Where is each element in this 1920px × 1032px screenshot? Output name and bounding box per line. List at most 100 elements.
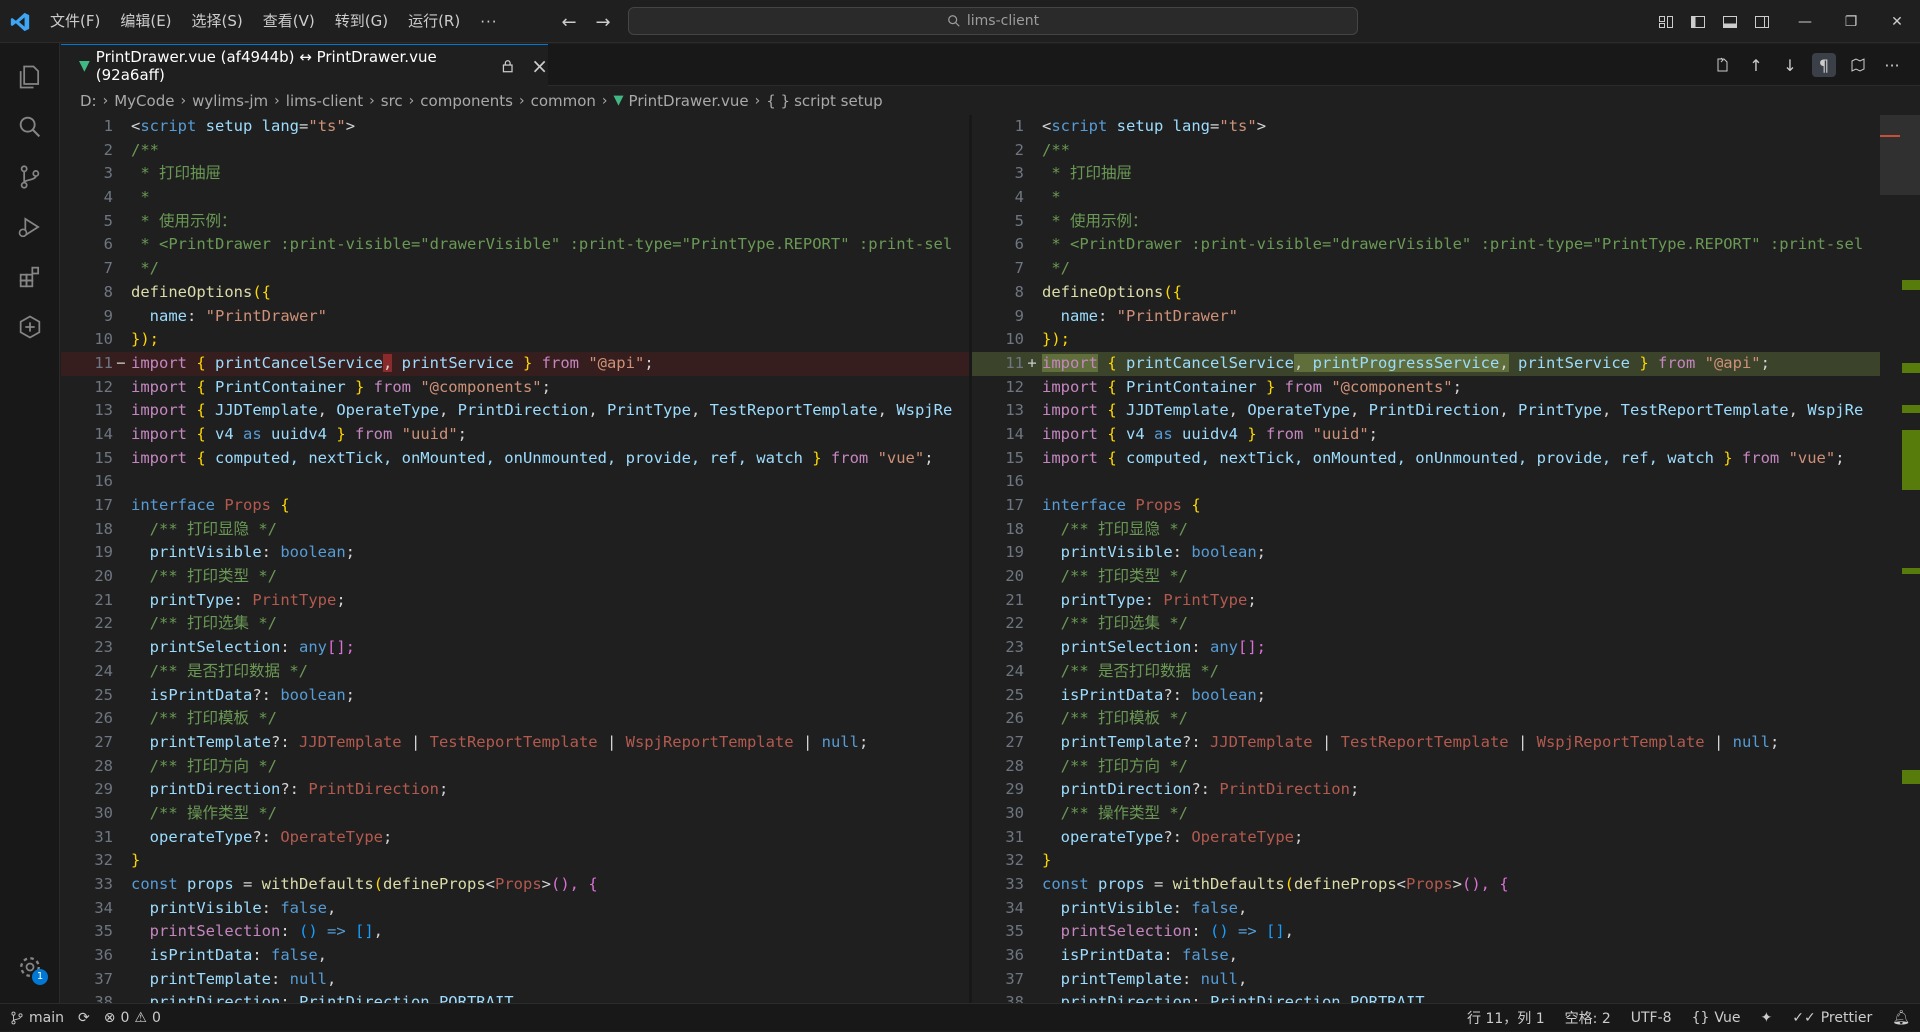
source-control-icon[interactable] (0, 153, 60, 201)
run-debug-icon[interactable] (0, 203, 60, 251)
code-line: 21 printType: PrintType; (1005, 590, 1257, 609)
code-line: 6 * <PrintDrawer :print-visible="drawerV… (1014, 235, 1864, 254)
cursor-position[interactable]: 行 11，列 1 (1467, 1008, 1545, 1028)
overview-added-marker (1902, 770, 1920, 784)
notifications-bell-icon[interactable]: 🔔︎ (1892, 1010, 1910, 1026)
indentation[interactable]: 空格: 2 (1565, 1008, 1611, 1028)
tab-title: PrintDrawer.vue (af4944b) ↔ PrintDrawer.… (95, 47, 437, 84)
forward-arrow-icon[interactable]: → (590, 10, 616, 34)
breadcrumb-lims-client[interactable]: lims-client (286, 92, 363, 110)
code-line: 19 printVisible: boolean; (94, 543, 355, 562)
restore-icon[interactable]: ❐ (1828, 0, 1874, 43)
scrollbar-thumb[interactable] (1880, 115, 1920, 195)
problems-status[interactable]: ⊗ 0 ⚠ 0 (104, 1010, 161, 1026)
code-line: 28 /** 打印方向 */ (94, 756, 277, 775)
menu-view[interactable]: 查看(V) (253, 0, 325, 43)
breadcrumb-mycode[interactable]: MyCode (114, 92, 174, 110)
overview-added-marker (1902, 363, 1920, 373)
manage-gear-icon[interactable]: 1 (0, 943, 60, 991)
diff-modified-pane[interactable]: 1 <script setup lang="ts"> 2/** 3 * 打印抽屉 … (972, 115, 1880, 1003)
command-center-search[interactable]: lims-client (628, 7, 1358, 35)
next-change-icon[interactable]: ↓ (1778, 53, 1802, 77)
language-mode[interactable]: {} Vue (1692, 1010, 1741, 1026)
toggle-secondary-sidebar-icon[interactable] (1750, 10, 1774, 34)
minimize-icon[interactable]: — (1782, 0, 1828, 43)
code-line: 37 printTemplate: null, (94, 969, 337, 988)
tab-diff-printdrawer[interactable]: ▼ PrintDrawer.vue (af4944b) ↔ PrintDrawe… (61, 44, 548, 86)
code-line: 25 isPrintData?: boolean; (1005, 685, 1266, 704)
branch-status[interactable]: main (10, 1010, 64, 1026)
diff-overview-ruler[interactable] (1880, 115, 1920, 1003)
menu-run[interactable]: 运行(R) (398, 0, 470, 43)
code-line: 21 printType: PrintType; (94, 590, 346, 609)
code-line: 19 printVisible: boolean; (1005, 543, 1266, 562)
extensions-icon[interactable] (0, 253, 60, 301)
code-line: 24 /** 是否打印数据 */ (1005, 661, 1219, 680)
code-line: 7 */ (1014, 259, 1070, 278)
error-icon: ⊗ (103, 1010, 116, 1026)
code-line: 38 printDirection: PrintDirection.PORTRA… (1005, 993, 1425, 1003)
code-line: 13 import { JJDTemplate, OperateType, Pri… (1005, 401, 1864, 420)
menu-selection[interactable]: 选择(S) (182, 0, 253, 43)
prettier-status[interactable]: ✓✓ Prettier (1792, 1010, 1872, 1026)
code-line: 18 /** 打印显隐 */ (94, 519, 277, 538)
close-tab-icon[interactable]: × (531, 54, 548, 78)
code-line: 29 printDirection?: PrintDirection; (1005, 780, 1360, 799)
overview-added-marker (1902, 568, 1920, 574)
warning-icon: ⚠ (134, 1010, 147, 1026)
toggle-primary-sidebar-icon[interactable] (1686, 10, 1710, 34)
toggle-panel-icon[interactable] (1718, 10, 1742, 34)
encoding[interactable]: UTF-8 (1631, 1010, 1672, 1026)
menu-edit[interactable]: 编辑(E) (110, 0, 181, 43)
code-line: 8 defineOptions({ (1014, 282, 1182, 301)
customize-layout-icon[interactable] (1654, 10, 1678, 34)
code-line: 13 import { JJDTemplate, OperateType, Pri… (94, 401, 953, 420)
code-line: 23 printSelection: any[]; (94, 638, 355, 657)
code-line: 4 * (103, 188, 150, 207)
copilot-icon[interactable]: ✦ (1761, 1010, 1773, 1026)
lock-icon (502, 59, 513, 72)
inline-view-icon[interactable] (1846, 53, 1870, 77)
code-line: 33 const props = withDefaults(defineProps… (1005, 875, 1509, 893)
code-line: 8 defineOptions({ (103, 282, 271, 301)
code-line: 2/** (1014, 140, 1070, 159)
overview-added-marker (1902, 405, 1920, 413)
search-icon (948, 15, 960, 27)
breadcrumb-symbol[interactable]: script setup (794, 92, 883, 110)
code-line: 30 /** 操作类型 */ (1005, 803, 1188, 822)
breadcrumb-drive[interactable]: D: (80, 92, 97, 110)
toggle-whitespace-icon[interactable]: ¶ (1812, 53, 1836, 77)
code-line: 31 operateType?: OperateType; (94, 827, 393, 846)
back-arrow-icon[interactable]: ← (556, 10, 582, 34)
code-line-added: 11 + import { printCancelService, printPro… (972, 351, 1880, 376)
explorer-icon[interactable] (0, 53, 60, 101)
code-line: 36 isPrintData: false, (94, 946, 328, 965)
close-window-icon[interactable]: ✕ (1874, 0, 1920, 43)
code-line: 14 import { v4 as uuidv4 } from "uuid"; (94, 424, 467, 443)
code-line: 16 (94, 472, 113, 491)
breadcrumb-file[interactable]: PrintDrawer.vue (629, 92, 749, 110)
open-file-icon[interactable] (1710, 53, 1734, 77)
remote-explorer-icon[interactable] (0, 303, 60, 351)
code-line: 12 import { PrintContainer } from "@compo… (1005, 377, 1462, 396)
breadcrumb: D: › MyCode › wylims-jm › lims-client › src ›… (61, 86, 1920, 115)
breadcrumb-wylims-jm[interactable]: wylims-jm (192, 92, 268, 110)
code-line: 20 /** 打印类型 */ (94, 567, 277, 586)
vscode-logo-icon (10, 12, 30, 32)
previous-change-icon[interactable]: ↑ (1744, 53, 1768, 77)
breadcrumb-src[interactable]: src (381, 92, 403, 110)
sync-icon[interactable]: ⟳ (78, 1010, 90, 1026)
diff-original-pane[interactable]: 1 <script setup lang="ts"> 2/** 3 * 打印抽屉 … (61, 115, 969, 1003)
code-line: 20 /** 打印类型 */ (1005, 567, 1188, 586)
code-line: 29 printDirection?: PrintDirection; (94, 780, 449, 799)
breadcrumb-components[interactable]: components (420, 92, 513, 110)
code-line: 10}); (94, 330, 159, 349)
code-line: 22 /** 打印选集 */ (1005, 614, 1188, 633)
menu-file[interactable]: 文件(F) (40, 0, 110, 43)
search-view-icon[interactable] (0, 103, 60, 151)
more-actions-icon[interactable]: ··· (1880, 53, 1904, 77)
breadcrumb-common[interactable]: common (531, 92, 596, 110)
menu-go[interactable]: 转到(G) (325, 0, 398, 43)
menu-more-button[interactable]: ··· (470, 13, 507, 31)
code-line: 4 * (1014, 188, 1061, 207)
